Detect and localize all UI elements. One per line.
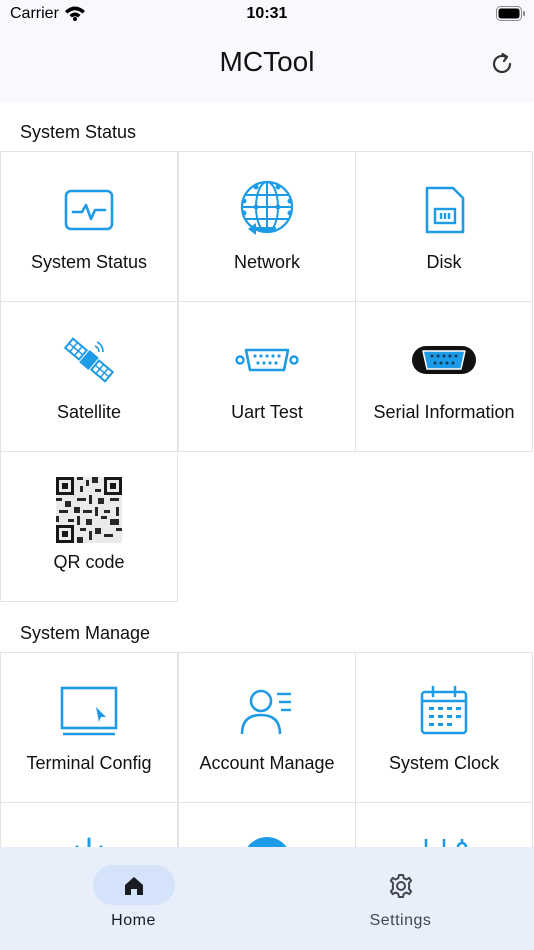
home-icon [125,877,143,895]
bottom-tab-bar: Home Settings [0,847,534,950]
tile-satellite[interactable]: Satellite [0,301,178,452]
code-icon [1,833,177,847]
tile-code[interactable] [0,802,178,847]
tile-serial-information[interactable]: Serial Information [355,301,533,452]
monitor-pulse-icon [1,182,177,238]
globe-network-icon [179,180,355,238]
satellite-icon [1,332,177,388]
navigation-bar: MCTool [0,28,534,102]
tile-label: Serial Information [373,402,515,422]
tile-label: Terminal Config [26,753,152,773]
tab-settings[interactable]: Settings [267,847,534,950]
tile-terminal-config[interactable]: Terminal Config [0,652,178,803]
terminal-screen-icon [1,683,177,739]
globe-icon [179,833,355,847]
qr-code-icon [1,477,177,543]
tile-system-status[interactable]: System Status [0,151,178,302]
tile-system-clock[interactable]: System Clock [355,652,533,803]
tab-settings-label: Settings [369,912,432,929]
tile-qr-code[interactable]: QR code [0,451,178,602]
tab-home-label: Home [111,912,156,929]
clock-time: 10:31 [246,5,288,22]
tile-account-manage[interactable]: Account Manage [178,652,356,803]
refresh-icon [492,52,512,74]
serial-port-icon [179,332,355,388]
battery-icon [496,6,526,26]
tile-label: Disk [426,252,462,272]
sliders-icon [356,833,532,847]
serial-connector-icon [356,332,532,388]
tile-label: QR code [53,552,125,572]
gear-icon [389,874,413,898]
calendar-clock-icon [356,683,532,739]
sd-card-icon [356,182,532,238]
section-title-system-status: System Status [20,122,137,142]
refresh-button[interactable] [488,50,516,78]
tab-home[interactable]: Home [0,847,267,950]
tile-label: Satellite [56,402,122,422]
home-content[interactable]: System Status System Status Network Disk… [0,102,534,847]
tile-disk[interactable]: Disk [355,151,533,302]
tile-label: System Clock [388,753,500,773]
tile-label: Uart Test [231,402,303,422]
tile-network[interactable]: Network [178,151,356,302]
tile-globe[interactable] [178,802,356,847]
tile-label: Network [233,252,300,272]
account-user-icon [179,683,355,739]
tile-label: System Status [30,252,148,272]
tile-uart-test[interactable]: Uart Test [178,301,356,452]
section-title-system-manage: System Manage [20,623,151,643]
page-title: MCTool [219,46,315,77]
status-bar: Carrier 10:31 [0,0,534,28]
tile-label: Account Manage [199,753,335,773]
tile-sliders[interactable] [355,802,533,847]
